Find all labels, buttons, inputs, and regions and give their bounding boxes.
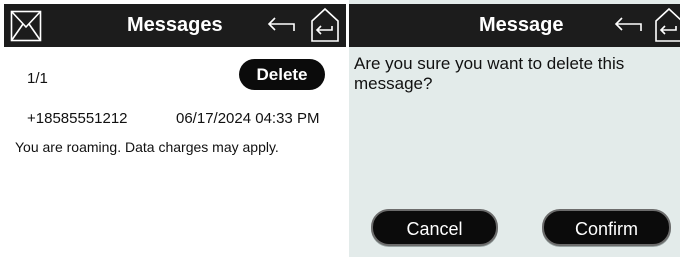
delete-prompt: Are you sure you want to delete this mes… [354, 54, 624, 94]
prompt-line: message? [354, 74, 433, 93]
delete-button[interactable]: Delete [239, 59, 325, 90]
message-sender: +18585551212 [27, 110, 128, 127]
back-arrow-icon[interactable] [614, 15, 644, 35]
delete-confirm-screen: Message Are you sure you want to delete … [349, 0, 680, 257]
envelope-icon[interactable] [10, 10, 42, 42]
back-arrow-icon[interactable] [267, 15, 297, 35]
message-body: You are roaming. Data charges may apply. [15, 139, 279, 155]
delete-button-label: Delete [256, 65, 308, 84]
messages-header: Messages [4, 4, 346, 47]
messages-screen: Messages 1/1 Delete +18585551212 06/17/2… [0, 0, 346, 257]
cancel-button[interactable]: Cancel [371, 209, 498, 246]
home-icon[interactable] [653, 7, 680, 43]
page-title: Message [479, 14, 564, 36]
home-icon[interactable] [309, 7, 341, 43]
page-title: Messages [127, 14, 223, 36]
prompt-line: Are you sure you want to delete this [354, 54, 625, 73]
message-timestamp: 06/17/2024 04:33 PM [176, 110, 320, 127]
message-header: Message [349, 4, 680, 47]
confirm-button[interactable]: Confirm [542, 209, 671, 246]
confirm-button-label: Confirm [574, 219, 638, 239]
message-counter: 1/1 [27, 70, 48, 87]
cancel-button-label: Cancel [406, 219, 463, 239]
